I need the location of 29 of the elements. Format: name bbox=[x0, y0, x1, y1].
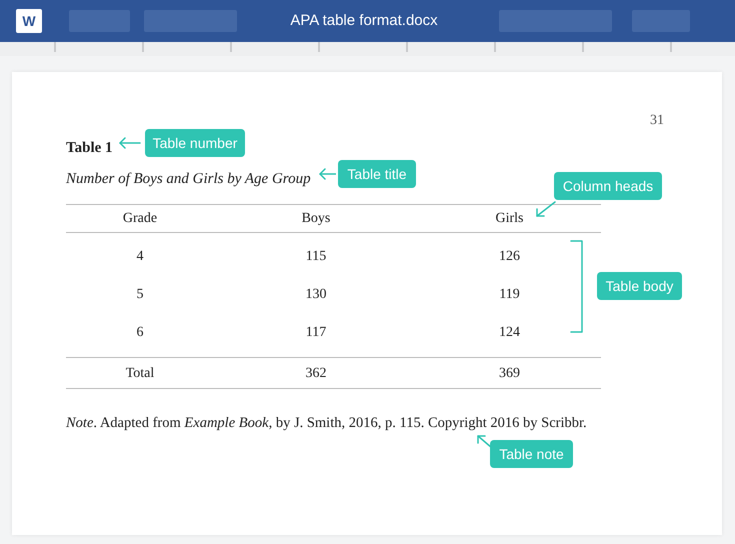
column-header: Boys bbox=[302, 210, 330, 228]
table-title: Number of Boys and Girls by Age Group bbox=[66, 170, 311, 188]
table-note: Note. Adapted from Example Book, by J. Smith, 2016, p. 115. Copyright 2016 by Scribbr. bbox=[66, 414, 587, 433]
table-cell-text: 115 bbox=[304, 248, 328, 266]
table-cell-text: 362 bbox=[304, 364, 328, 382]
pointer-arrow bbox=[535, 201, 557, 218]
table-number: Table 1 bbox=[66, 139, 113, 158]
table-cell-text: 117 bbox=[304, 324, 328, 342]
callout-label: Table title bbox=[338, 160, 416, 188]
callout-label: Column heads bbox=[554, 172, 662, 200]
table-cell-text: 124 bbox=[498, 324, 521, 342]
column-header: Girls bbox=[496, 210, 524, 228]
table-cell-text: 119 bbox=[498, 286, 521, 304]
column-header: Grade bbox=[122, 210, 158, 228]
table-cell-text: 4 bbox=[136, 248, 144, 266]
table-cell-text: Total bbox=[124, 364, 156, 382]
pointer-arrow bbox=[318, 167, 336, 181]
table-cell-text: 5 bbox=[136, 286, 144, 304]
page-number: 31 bbox=[650, 112, 664, 130]
table-cell-text: 130 bbox=[304, 286, 328, 304]
pointer-arrow bbox=[118, 136, 142, 150]
word-app-icon[interactable]: W bbox=[16, 9, 42, 33]
table-cell-text: 6 bbox=[136, 324, 144, 342]
table-cell-text: 126 bbox=[498, 248, 521, 266]
callout-label: Table note bbox=[490, 440, 573, 468]
callout-label: Table number bbox=[145, 129, 245, 157]
window-title: APA table format.docx bbox=[289, 10, 439, 31]
callout-label: Table body bbox=[597, 272, 682, 300]
table-cell-text: 369 bbox=[498, 364, 521, 382]
